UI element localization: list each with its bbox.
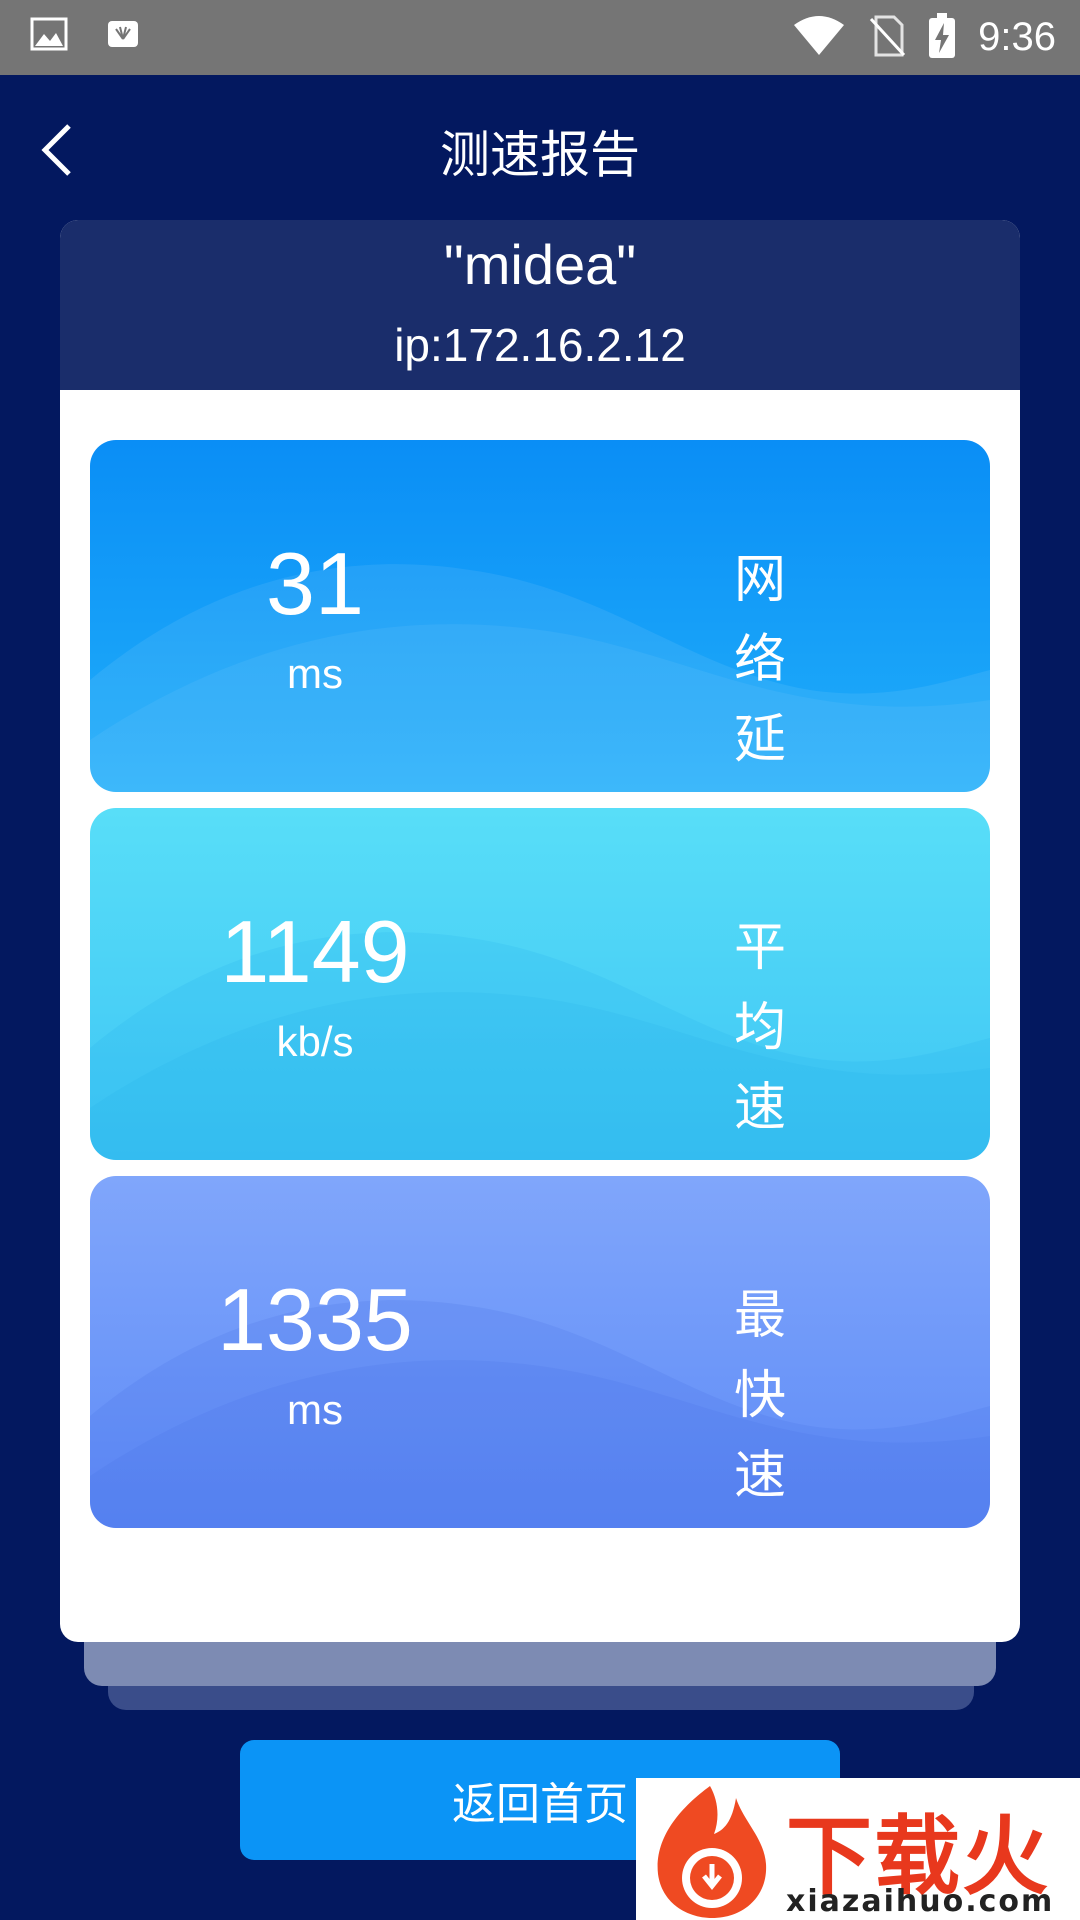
average-speed-label: 平均 速度 (710, 908, 810, 1160)
fastest-speed-card: 1335 ms 最快 速度 (90, 1176, 990, 1528)
network-ip: ip:172.16.2.12 (394, 319, 686, 371)
huawei-icon (104, 15, 142, 53)
page-title: 测速报告 (440, 126, 640, 184)
fastest-speed-unit: ms (287, 1386, 343, 1433)
no-sim-icon (868, 15, 906, 61)
gallery-icon (30, 15, 68, 53)
battery-charging-icon (928, 12, 956, 63)
average-speed-card: 1149 kb/s 平均 速度 (90, 808, 990, 1160)
average-speed-label-line2: 速度 (733, 1078, 786, 1160)
latency-value: 31 (266, 534, 364, 633)
average-speed-label-line1: 平均 (733, 918, 786, 1058)
wifi-icon (792, 15, 846, 61)
flame-logo-icon (657, 1786, 767, 1918)
watermark: 下载火 xiazaihuo.com (636, 1778, 1080, 1920)
status-bar: 9:36 (0, 0, 1080, 75)
fastest-speed-label: 最快 速度 (710, 1276, 810, 1528)
latency-unit: ms (287, 650, 343, 697)
fastest-speed-label-line2: 速度 (733, 1446, 786, 1528)
watermark-url: xiazaihuo.com (786, 1884, 1055, 1919)
latency-label-line1: 网络 (733, 550, 786, 690)
average-speed-value: 1149 (220, 902, 410, 1001)
latency-label: 网络 延迟 (710, 540, 810, 792)
latency-card: 31 ms 网络 延迟 (90, 440, 990, 792)
latency-label-line2: 延迟 (733, 710, 786, 792)
fastest-speed-value: 1335 (217, 1270, 413, 1369)
fastest-speed-label-line1: 最快 (733, 1286, 786, 1426)
clock: 9:36 (978, 15, 1056, 59)
network-ssid: "midea" (443, 233, 637, 296)
app-header: 测速报告 (0, 75, 1080, 225)
average-speed-unit: kb/s (276, 1018, 354, 1065)
network-info: "midea" ip:172.16.2.12 (60, 220, 1020, 390)
report-card: "midea" ip:172.16.2.12 31 ms 网络 延迟 1149 … (60, 220, 1020, 1642)
